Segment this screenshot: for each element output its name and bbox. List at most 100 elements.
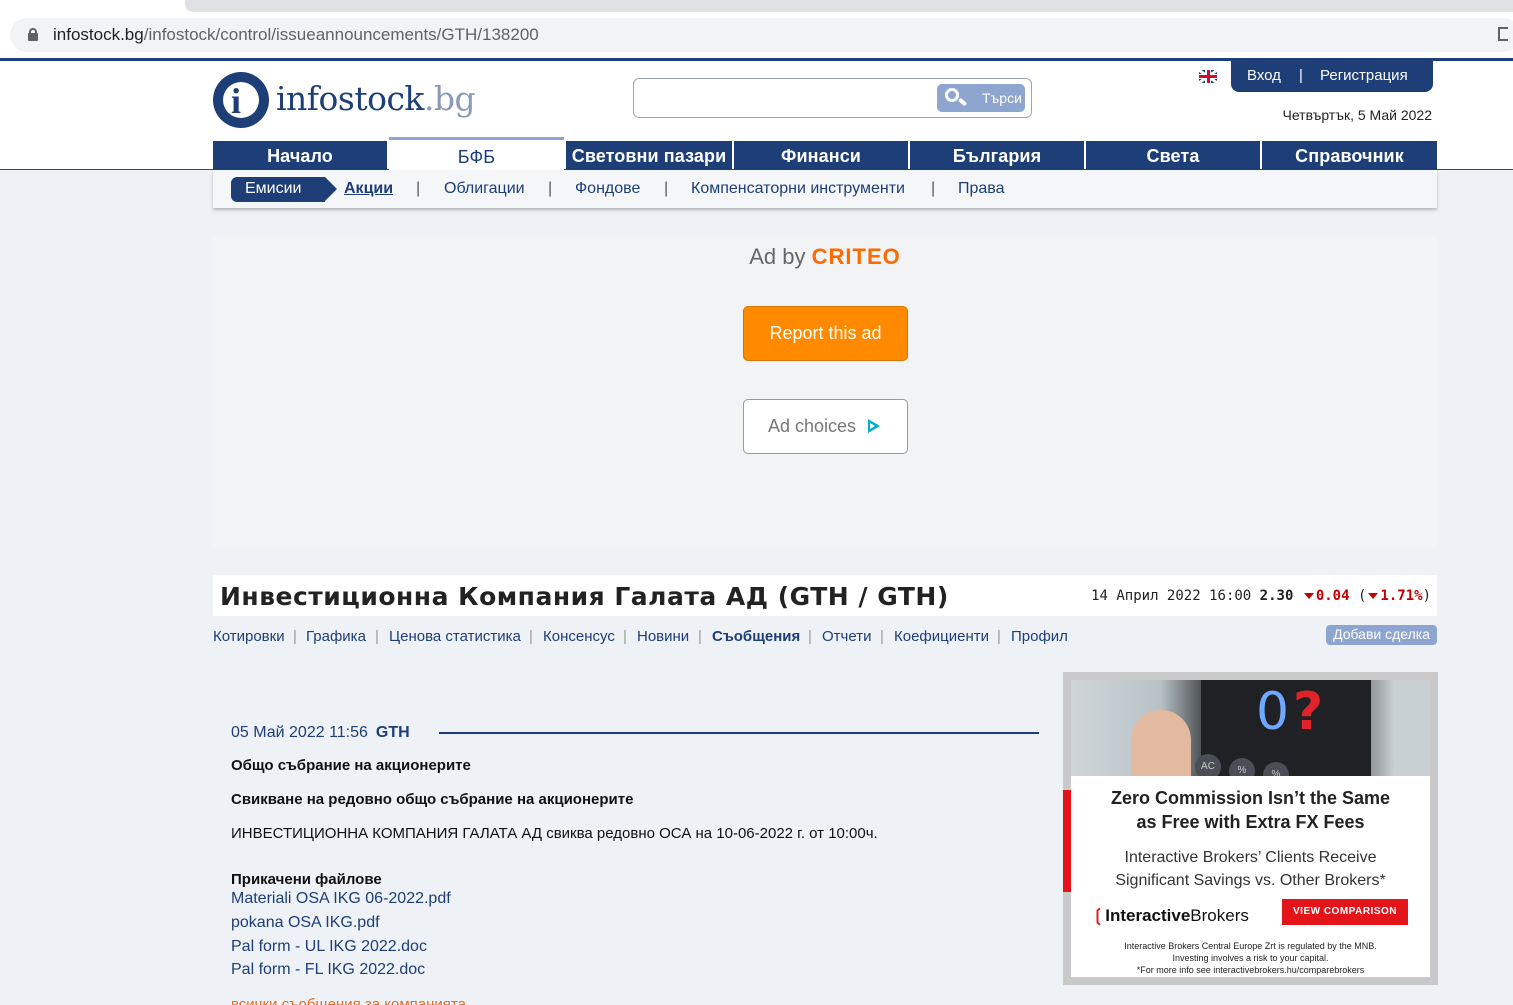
company-tabs: Котировки | Графика | Ценова статистика … (213, 625, 1437, 648)
tab-separator: | (293, 628, 297, 645)
logo-emblem-icon: i (213, 72, 269, 128)
ad-banner: Ad by CRITEO Report this ad Ad choices (213, 236, 1437, 548)
quote-change-pct: 1.71% (1380, 588, 1423, 604)
thumb-image (1131, 710, 1191, 784)
tab-ratios[interactable]: Коефициенти (894, 628, 989, 645)
tab-strip (185, 0, 1513, 12)
search-input[interactable]: Търси (633, 78, 1032, 118)
ad-accent-bar (1063, 790, 1071, 892)
tab-announcements[interactable]: Съобщения (712, 628, 800, 645)
ad-attribution: Ad by CRITEO (749, 244, 901, 269)
sub-nav-bonds[interactable]: Облигации (444, 180, 525, 198)
search-button[interactable]: Търси (937, 84, 1025, 112)
quote-date: 14 Април 2022 16:00 (1091, 588, 1252, 604)
sub-nav-separator: | (931, 180, 936, 197)
tab-separator: | (623, 628, 627, 645)
tab-consensus[interactable]: Консенсус (543, 628, 615, 645)
tab-quotes[interactable]: Котировки (213, 628, 285, 645)
site-header: i infostock.bg Търси Вход | Регистрация … (0, 58, 1513, 171)
add-deal-button[interactable]: Добави сделка (1326, 625, 1437, 645)
tab-separator: | (375, 628, 379, 645)
url-path: /infostock/control/issueannouncements/GT… (143, 25, 539, 44)
search-icon (945, 88, 968, 107)
ad-choices-label: Ad choices (768, 416, 857, 436)
tab-chart[interactable]: Графика (306, 628, 366, 645)
announcement-ticker[interactable]: GTH (376, 724, 410, 741)
down-arrow-icon (1368, 593, 1379, 599)
address-bar[interactable]: infostock.bg/infostock/control/issueanno… (10, 18, 1513, 52)
sub-nav-separator: | (664, 180, 669, 197)
main-nav: Начало БФБ Световни пазари Финанси Бълга… (213, 137, 1437, 171)
announcement-heading: Общо събрание на акционерите (231, 757, 471, 774)
ad-headline: Zero Commission Isn’t the Same as Free wi… (1110, 788, 1391, 832)
attachments-label: Прикачени файлове (231, 871, 382, 888)
company-header: Инвестиционна Компания Галата АД (GTH / … (213, 575, 1437, 616)
register-link[interactable]: Регистрация (1320, 67, 1408, 84)
view-comparison-button[interactable]: VIEW COMPARISON (1282, 899, 1408, 925)
sub-nav-compensatory[interactable]: Компенсаторни инструменти (691, 180, 905, 198)
tab-price-stats[interactable]: Ценова статистика (389, 628, 521, 645)
uk-flag-icon[interactable] (1199, 70, 1217, 83)
ad-disclaimer: Interactive Brokers Central Europe Zrt i… (1124, 941, 1377, 975)
file-link[interactable]: Materiali OSA IKG 06-2022.pdf (231, 890, 451, 908)
sub-nav-section: Емисии (231, 177, 325, 202)
tab-separator: | (997, 628, 1001, 645)
tab-separator: | (529, 628, 533, 645)
file-link[interactable]: Pal form - UL IKG 2022.doc (231, 938, 427, 956)
criteo-logo: CRITEO (811, 244, 901, 269)
ad-body: Zero Commission Isn’t the Same as Free wi… (1071, 776, 1430, 977)
page-title: Инвестиционна Компания Галата АД (GTH / … (220, 582, 949, 611)
announcement-date: 05 Май 2022 11:56 GTH (231, 724, 410, 741)
nav-item-bse[interactable]: БФБ (389, 137, 564, 171)
tab-reports[interactable]: Отчети (822, 628, 871, 645)
sub-nav-funds[interactable]: Фондове (575, 180, 640, 198)
browser-toolbar: infostock.bg/infostock/control/issueanno… (0, 0, 1513, 58)
url-text[interactable]: infostock.bg/infostock/control/issueanno… (53, 25, 539, 45)
sub-nav-arrow (325, 177, 337, 201)
nav-item-home[interactable]: Начало (213, 141, 387, 171)
sub-nav-separator: | (416, 180, 421, 197)
file-link[interactable]: Pal form - FL IKG 2022.doc (231, 961, 425, 979)
sub-nav-rights[interactable]: Права (958, 180, 1005, 198)
sub-nav-separator: | (548, 180, 553, 197)
tab-profile[interactable]: Профил (1011, 628, 1068, 645)
adchoices-icon (868, 419, 880, 433)
nav-item-bulgaria[interactable]: България (910, 141, 1084, 171)
extension-icon[interactable] (1498, 27, 1508, 41)
ad-choices-button[interactable]: Ad choices (743, 399, 908, 454)
broker-logo-icon: ❲ (1091, 906, 1106, 925)
site-logo[interactable]: i infostock.bg (213, 71, 476, 129)
all-announcements-link[interactable]: всички съобщения за компанията (231, 996, 466, 1005)
file-link[interactable]: pokana OSA IKG.pdf (231, 914, 380, 932)
quote-change: 0.04 (1315, 588, 1350, 604)
nav-item-reference[interactable]: Справочник (1262, 141, 1437, 171)
divider (439, 732, 1039, 734)
account-bar: Вход | Регистрация (1231, 61, 1433, 92)
search-button-label: Търси (982, 90, 1022, 106)
announcement-body: ИНВЕСТИЦИОННА КОМПАНИЯ ГАЛАТА АД свиква … (231, 825, 878, 842)
sub-nav-shares[interactable]: Акции (344, 180, 393, 198)
current-date: Четвъртък, 5 Май 2022 (1282, 107, 1432, 123)
report-ad-button[interactable]: Report this ad (743, 306, 908, 361)
announcement-subheading: Свикване на редовно общо събрание на акц… (231, 791, 634, 808)
broker-ad[interactable]: 0 ? AC % % Zero Commission Isn’t the Sam… (1063, 672, 1438, 985)
ad-photo: 0 ? AC % % (1071, 680, 1430, 784)
broker-logo: ❲InteractiveBrokers (1091, 906, 1249, 925)
nav-item-world-markets[interactable]: Световни пазари (566, 141, 732, 171)
tab-separator: | (698, 628, 702, 645)
login-separator: | (1299, 67, 1303, 84)
login-link[interactable]: Вход (1247, 67, 1281, 84)
quote-price: 2.30 (1259, 588, 1294, 604)
tab-separator: | (880, 628, 884, 645)
nav-item-finance[interactable]: Финанси (734, 141, 908, 171)
nav-item-world[interactable]: Света (1086, 141, 1260, 171)
sub-nav: Емисии Акции | Облигации | Фондове | Ком… (213, 170, 1437, 208)
ad-subheadline: Interactive Brokers’ Clients Receive Sign… (1115, 849, 1386, 889)
logo-wordmark: infostock.bg (276, 79, 476, 118)
lock-icon[interactable] (28, 28, 38, 41)
down-arrow-icon (1303, 593, 1314, 599)
phone-screen-question: ? (1293, 682, 1324, 742)
tab-news[interactable]: Новини (637, 628, 689, 645)
latest-quote: 14 Април 2022 16:00 2.30 0.04 (1.71%) (1091, 588, 1431, 604)
tab-separator: | (808, 628, 812, 645)
